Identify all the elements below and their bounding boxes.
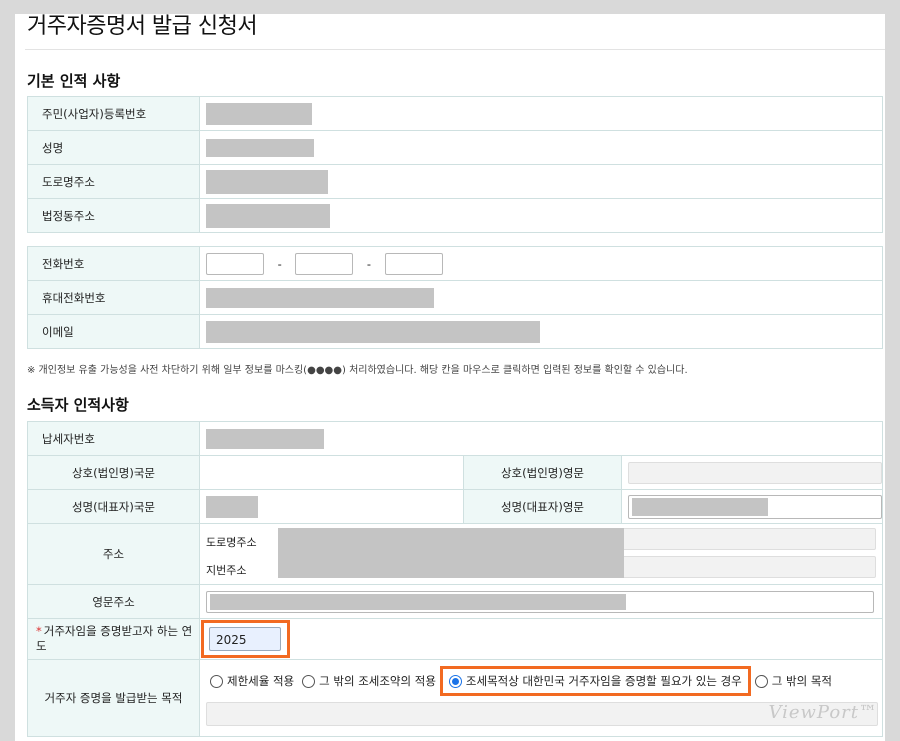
masked-value — [210, 593, 626, 610]
company-name-en-input — [628, 461, 882, 484]
contact-table: 전화번호 - - 휴대전화번호 이메일 — [27, 246, 883, 349]
field-label: 상호(법인명)영문 — [463, 455, 622, 490]
road-address-value[interactable] — [199, 164, 883, 199]
radio-label: 제한세율 적용 — [227, 674, 295, 688]
name-value[interactable] — [199, 130, 883, 165]
english-address-value[interactable] — [199, 584, 883, 619]
table-row: * 거주자임을 증명받고자 하는 연도 2025 — [27, 618, 883, 660]
masked-value[interactable] — [206, 169, 328, 194]
masked-value[interactable] — [206, 203, 330, 228]
address-fields: 도로명주소 지번주소 — [199, 523, 883, 585]
company-name-kr-value — [199, 455, 464, 490]
table-row: 전화번호 - - — [27, 246, 883, 281]
table-row: 휴대전화번호 — [27, 280, 883, 315]
masked-value[interactable] — [206, 287, 434, 308]
purpose-option-reduced-rate[interactable]: 제한세율 적용 — [210, 673, 294, 689]
field-label: 주민(사업자)등록번호 — [27, 96, 200, 131]
year-highlight: 2025 — [201, 620, 290, 658]
company-name-en-value — [621, 455, 883, 490]
masked-value[interactable] — [206, 102, 312, 125]
table-row: 거주자 증명을 발급받는 목적 제한세율 적용 그 밖의 조세조약의 적용 조세… — [27, 659, 883, 737]
field-label: 휴대전화번호 — [27, 280, 200, 315]
field-label: 성명(대표자)국문 — [27, 489, 200, 524]
masked-value[interactable] — [206, 495, 258, 518]
watermark-logo: ViewPort™ — [768, 702, 878, 723]
masked-value — [632, 497, 768, 516]
year-label-text: 거주자임을 증명받고자 하는 연도 — [36, 624, 193, 653]
table-row: 영문주소 — [27, 584, 883, 619]
rep-name-en-value[interactable] — [621, 489, 883, 524]
year-field: 2025 — [199, 618, 883, 660]
lot-address-label: 지번주소 — [206, 564, 247, 577]
english-address-input[interactable] — [206, 590, 874, 613]
required-mark: * — [36, 624, 42, 638]
phone-fields: - - — [199, 246, 883, 281]
field-label: 전화번호 — [27, 246, 200, 281]
table-row: 납세자번호 — [27, 421, 883, 456]
table-row: 법정동주소 — [27, 198, 883, 233]
mobile-fields[interactable] — [199, 280, 883, 315]
application-form: 거주자증명서 발급 신청서 기본 인적 사항 주민(사업자)등록번호 성명 도로… — [15, 14, 885, 741]
purpose-option-prove-residency[interactable]: 조세목적상 대한민국 거주자임을 증명할 필요가 있는 경우 — [439, 666, 751, 696]
radio-button[interactable] — [210, 674, 223, 688]
phone-last-input[interactable] — [384, 252, 443, 275]
dash: - — [366, 256, 372, 271]
radio-label: 조세목적상 대한민국 거주자임을 증명할 필요가 있는 경우 — [465, 674, 742, 688]
masked-value[interactable] — [278, 528, 624, 578]
field-label: 상호(법인명)국문 — [27, 455, 200, 490]
radio-label: 그 밖의 조세조약의 적용 — [319, 674, 436, 688]
basic-info-table: 주민(사업자)등록번호 성명 도로명주소 법정동주소 — [27, 96, 883, 233]
table-row: 주민(사업자)등록번호 — [27, 96, 883, 131]
legal-address-value[interactable] — [199, 198, 883, 233]
purpose-radio-group: 제한세율 적용 그 밖의 조세조약의 적용 조세목적상 대한민국 거주자임을 증… — [206, 666, 882, 696]
year-label: * 거주자임을 증명받고자 하는 연도 — [27, 618, 200, 660]
table-row: 도로명주소 — [27, 164, 883, 199]
field-label: 법정동주소 — [27, 198, 200, 233]
field-label: 영문주소 — [27, 584, 200, 619]
masked-value[interactable] — [206, 138, 314, 157]
road-address-label: 도로명주소 — [206, 536, 257, 549]
radio-label: 그 밖의 목적 — [771, 674, 832, 688]
table-row: 성명(대표자)국문 성명(대표자)영문 — [27, 489, 883, 524]
page-title: 거주자증명서 발급 신청서 — [27, 14, 258, 39]
table-row: 상호(법인명)국문 상호(법인명)영문 — [27, 455, 883, 490]
field-label: 거주자 증명을 발급받는 목적 — [27, 659, 200, 737]
email-fields[interactable] — [199, 314, 883, 349]
rep-name-kr-value[interactable] — [199, 489, 464, 524]
purpose-field: 제한세율 적용 그 밖의 조세조약의 적용 조세목적상 대한민국 거주자임을 증… — [199, 659, 883, 737]
radio-button[interactable] — [754, 674, 768, 688]
purpose-option-other[interactable]: 그 밖의 목적 — [754, 673, 832, 689]
resident-number-value[interactable] — [199, 96, 883, 131]
table-row: 주소 도로명주소 지번주소 — [27, 523, 883, 585]
field-label: 성명(대표자)영문 — [463, 489, 622, 524]
radio-button[interactable] — [302, 674, 316, 688]
masking-notice: ※ 개인정보 유출 가능성을 사전 차단하기 위해 일부 정보를 마스킹(●●●… — [27, 365, 688, 376]
field-label: 납세자번호 — [27, 421, 200, 456]
radio-button-selected[interactable] — [448, 674, 462, 688]
field-label: 이메일 — [27, 314, 200, 349]
year-input[interactable]: 2025 — [209, 627, 281, 651]
rep-name-en-input[interactable] — [628, 494, 882, 519]
title-divider — [25, 49, 885, 50]
income-info-table: 납세자번호 상호(법인명)국문 상호(법인명)영문 성명(대표자)국문 성명(대… — [27, 421, 883, 737]
field-label: 성명 — [27, 130, 200, 165]
taxpayer-number-value[interactable] — [199, 421, 883, 456]
phone-area-input[interactable] — [206, 252, 264, 275]
purpose-option-other-treaty[interactable]: 그 밖의 조세조약의 적용 — [302, 673, 436, 689]
table-row: 성명 — [27, 130, 883, 165]
masked-value[interactable] — [206, 320, 540, 343]
phone-middle-input[interactable] — [295, 252, 354, 275]
field-label: 주소 — [27, 523, 200, 585]
masked-value[interactable] — [206, 428, 324, 449]
table-row: 이메일 — [27, 314, 883, 349]
dash: - — [277, 256, 282, 271]
field-label: 도로명주소 — [27, 164, 200, 199]
income-info-title: 소득자 인적사항 — [27, 396, 129, 414]
basic-info-title: 기본 인적 사항 — [27, 72, 121, 90]
